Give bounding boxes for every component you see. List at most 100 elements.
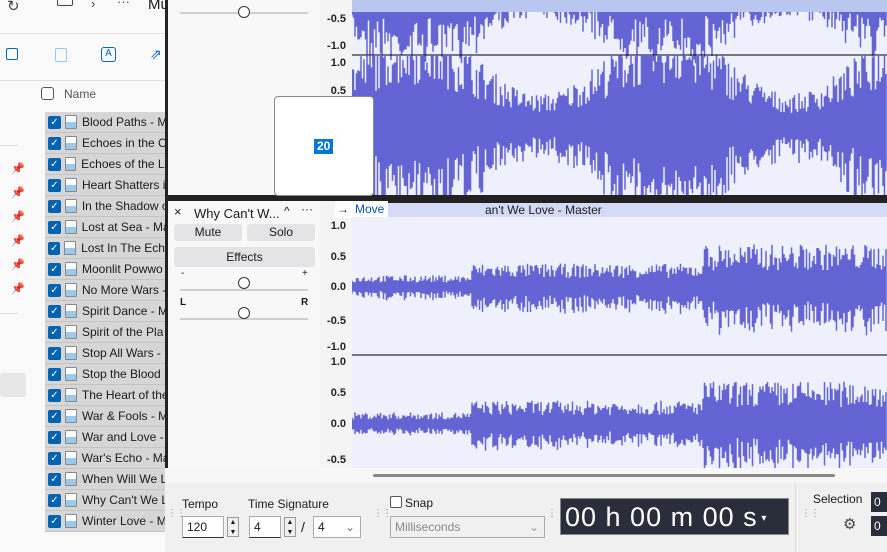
more-icon[interactable]: ··· — [117, 0, 130, 9]
file-row[interactable]: ✓ Stop All Wars - — [45, 343, 168, 364]
bottom-toolbar: ⋮⋮ Tempo 120 ▲ ▼ Time Signature 4 ▲ ▼ / 4 ⌄… — [165, 468, 887, 552]
rename-icon[interactable]: A — [101, 47, 116, 62]
file-checkbox[interactable]: ✓ — [48, 262, 61, 276]
file-row[interactable]: ✓ Echoes in the C — [45, 133, 168, 154]
file-checkbox[interactable]: ✓ — [48, 388, 61, 402]
file-checkbox[interactable]: ✓ — [48, 220, 61, 234]
snap-checkbox[interactable] — [390, 496, 402, 508]
file-name: Echoes in the C — [82, 136, 167, 150]
file-row[interactable]: ✓ Lost at Sea - Ma — [45, 217, 168, 238]
file-row[interactable]: ✓ When Will We L — [45, 469, 168, 490]
file-row[interactable]: ✓ War and Love - — [45, 427, 168, 448]
pin-icon[interactable]: 📌 — [11, 162, 25, 175]
file-row[interactable]: ✓ Stop the Blood — [45, 364, 168, 385]
pin-icon[interactable]: 📌 — [11, 282, 25, 295]
file-row[interactable]: ✓ Spirit Dance - M — [45, 301, 168, 322]
timesig-denominator[interactable]: 4 ⌄ — [313, 516, 361, 538]
time-display[interactable]: 00 h 00 m 00 s ▾ — [560, 498, 789, 535]
share-icon[interactable]: ⇗ — [150, 46, 162, 63]
nav-item-selected[interactable] — [0, 373, 26, 397]
track2-waveform[interactable] — [352, 217, 887, 468]
audio-file-icon — [64, 451, 77, 465]
file-checkbox[interactable]: ✓ — [48, 325, 61, 339]
file-checkbox[interactable]: ✓ — [48, 115, 61, 129]
audio-file-icon — [65, 367, 77, 381]
solo-button[interactable]: Solo — [247, 224, 315, 241]
file-row[interactable]: ✓ War & Fools - M — [45, 406, 168, 427]
file-row[interactable]: ✓ The Heart of the — [45, 385, 168, 406]
pin-icon[interactable]: 📌 — [11, 186, 25, 199]
clip-title[interactable]: an't We Love - Master — [352, 203, 887, 217]
file-checkbox[interactable]: ✓ — [48, 136, 61, 150]
audio-file-icon — [64, 388, 77, 402]
file-row[interactable]: ✓ Lost In The Echo — [45, 238, 168, 259]
file-row[interactable]: ✓ War's Echo - Ma — [45, 448, 168, 469]
file-checkbox[interactable]: ✓ — [48, 493, 61, 507]
file-row[interactable]: ✓ Blood Paths - M — [45, 112, 168, 133]
file-name: Heart Shatters i — [82, 178, 166, 192]
file-checkbox[interactable]: ✓ — [48, 178, 61, 192]
file-checkbox[interactable]: ✓ — [48, 241, 61, 255]
file-row[interactable]: ✓ Why Can't We L — [45, 490, 168, 511]
file-row[interactable]: ✓ Heart Shatters i — [45, 175, 168, 196]
file-row[interactable]: ✓ In the Shadow o — [45, 196, 168, 217]
settings-gear-icon[interactable]: ⚙ — [843, 515, 856, 533]
waveform-path — [352, 244, 887, 336]
audio-file-icon — [65, 346, 77, 360]
snap-unit-select[interactable]: Milliseconds ⌄ — [390, 516, 545, 538]
file-row[interactable]: ✓ No More Wars - — [45, 280, 168, 301]
file-checkbox[interactable]: ✓ — [48, 157, 61, 171]
file-checkbox[interactable]: ✓ — [48, 346, 61, 360]
tempo-input[interactable]: 120 — [182, 516, 224, 538]
track1-waveform[interactable] — [352, 12, 887, 195]
selection-end[interactable]: 0 — [871, 516, 887, 536]
collapse-icon[interactable]: ^ — [284, 204, 290, 218]
audio-file-icon — [64, 241, 77, 255]
file-checkbox[interactable]: ✓ — [48, 409, 61, 423]
file-checkbox[interactable]: ✓ — [48, 451, 61, 465]
pan-slider[interactable] — [238, 307, 250, 319]
file-checkbox[interactable]: ✓ — [48, 514, 61, 528]
file-checkbox[interactable]: ✓ — [48, 430, 61, 444]
timesig-numerator[interactable]: 4 — [249, 516, 281, 538]
file-row[interactable]: ✓ Echoes of the La — [45, 154, 168, 175]
mute-button[interactable]: Mute — [174, 224, 242, 241]
timesig-spinner[interactable]: ▲ ▼ — [284, 517, 296, 537]
gain-slider-knob[interactable] — [238, 6, 250, 18]
timeline-bar[interactable] — [352, 0, 887, 12]
file-checkbox[interactable]: ✓ — [48, 367, 61, 381]
file-row[interactable]: ✓ Spirit of the Pla — [45, 322, 168, 343]
file-checkbox[interactable]: ✓ — [48, 472, 61, 486]
track-name[interactable]: Why Can't W... — [194, 206, 280, 221]
gain-slider[interactable] — [238, 277, 250, 289]
audio-file-icon — [65, 262, 77, 276]
audio-file-icon — [65, 472, 77, 486]
pin-icon[interactable]: 📌 — [11, 210, 25, 223]
copy-icon[interactable] — [6, 48, 18, 60]
track-menu-icon[interactable]: ··· — [301, 202, 313, 216]
monitor-icon[interactable] — [57, 0, 73, 6]
file-row[interactable]: ✓ Winter Love - M — [45, 511, 168, 532]
effects-button[interactable]: Effects — [174, 247, 315, 267]
file-checkbox[interactable]: ✓ — [48, 199, 61, 213]
audio-file-icon — [65, 136, 77, 150]
file-name: Spirit of the Pla — [82, 325, 164, 339]
waveform-path — [352, 55, 887, 195]
file-name: Lost In The Echo — [81, 241, 169, 255]
file-name: War's Echo - Ma — [81, 451, 168, 465]
paste-icon[interactable] — [55, 48, 67, 62]
select-all-checkbox[interactable] — [41, 87, 54, 100]
column-header-name[interactable]: Name — [64, 87, 96, 101]
selection-start[interactable]: 0 — [871, 492, 887, 512]
pin-icon[interactable]: 📌 — [11, 234, 25, 247]
audio-file-icon — [64, 493, 77, 507]
file-name: Echoes of the La — [81, 157, 168, 171]
file-row[interactable]: ✓ Moonlit Powwo — [45, 259, 168, 280]
close-track-icon[interactable]: × — [174, 204, 182, 219]
file-checkbox[interactable]: ✓ — [48, 283, 61, 297]
horizontal-scrollbar[interactable] — [373, 474, 835, 477]
file-checkbox[interactable]: ✓ — [48, 304, 61, 318]
refresh-icon[interactable]: ↻ — [7, 0, 20, 15]
pin-icon[interactable]: 📌 — [11, 258, 25, 271]
tempo-spinner[interactable]: ▲ ▼ — [227, 517, 239, 537]
